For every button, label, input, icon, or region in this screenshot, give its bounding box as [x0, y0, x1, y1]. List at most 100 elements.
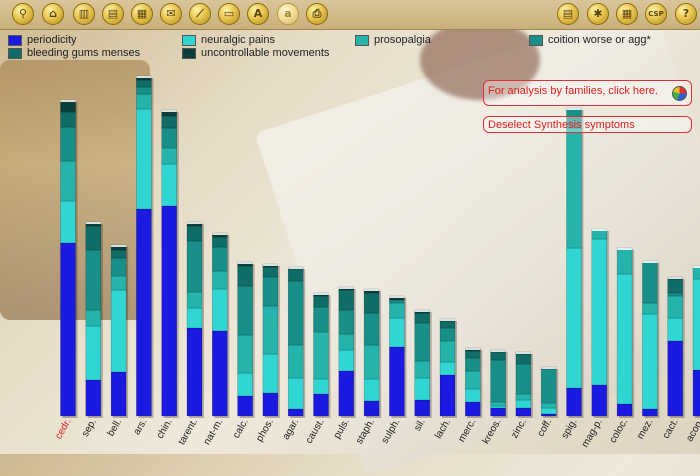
bar-segment-sep-2[interactable]: [85, 309, 102, 327]
bar-segment-merc-1[interactable]: [465, 388, 481, 403]
bar-segment-mez-0[interactable]: [642, 408, 658, 417]
bar-segment-lach-3[interactable]: [439, 327, 456, 342]
x-tick-label[interactable]: tarent.: [176, 417, 200, 447]
x-tick-label[interactable]: merc.: [456, 417, 478, 444]
bar-segment-sulph-0[interactable]: [389, 346, 405, 417]
bar-segment-sulph-1[interactable]: [389, 317, 405, 348]
bar-segment-puls-2[interactable]: [338, 333, 355, 351]
bar-segment-bell-1[interactable]: [110, 289, 127, 373]
bar-segment-coff-2[interactable]: [540, 402, 557, 409]
x-tick-label[interactable]: chin.: [155, 417, 175, 441]
x-tick-label[interactable]: agar.: [281, 417, 302, 442]
bar-segment-bell-0[interactable]: [110, 371, 127, 417]
bar-segment-puls-4[interactable]: [338, 289, 355, 311]
bar-segment-staph-2[interactable]: [363, 344, 380, 380]
bar-segment-agar-4[interactable]: [287, 268, 304, 282]
bar-segment-lach-4[interactable]: [439, 320, 456, 329]
x-tick-label[interactable]: cact.: [661, 417, 681, 441]
x-tick-label[interactable]: calc.: [231, 417, 251, 440]
bar-segment-kreos-0[interactable]: [490, 407, 506, 417]
bar-segment-caust-1[interactable]: [313, 378, 329, 395]
bar-segment-ars-2[interactable]: [136, 93, 152, 110]
bar-segment-lach-0[interactable]: [439, 374, 456, 417]
bar-segment-sep-1[interactable]: [85, 325, 102, 381]
bar-segment-agar-1[interactable]: [287, 377, 304, 410]
bar-segment-zinc-2[interactable]: [515, 393, 532, 401]
bar-segment-sulph-2[interactable]: [389, 302, 405, 319]
x-tick-label[interactable]: zinc.: [509, 417, 529, 440]
bar-segment-sep-3[interactable]: [85, 249, 102, 311]
bar-segment-tarent-3[interactable]: [186, 240, 203, 293]
bar-segment-sil-1[interactable]: [414, 377, 430, 401]
bar-segment-chin-2[interactable]: [161, 147, 177, 165]
bar-segment-mez-1[interactable]: [642, 313, 658, 410]
bar-segment-chin-3[interactable]: [161, 127, 177, 149]
bar-segment-coloc-0[interactable]: [616, 403, 633, 417]
bar-segment-puls-1[interactable]: [338, 349, 355, 372]
bar-segment-cedr-4[interactable]: [60, 111, 76, 128]
bar-segment-sep-0[interactable]: [85, 379, 102, 417]
x-tick-label[interactable]: mez.: [635, 417, 655, 441]
bar-segment-ars-3[interactable]: [136, 86, 152, 95]
bar-segment-phos-1[interactable]: [262, 353, 279, 394]
bar-segment-merc-2[interactable]: [465, 370, 481, 390]
deselect-synthesis-link[interactable]: Deselect Synthesis symptoms: [483, 116, 692, 133]
x-tick-label[interactable]: mag-p.: [580, 417, 605, 449]
x-tick-label[interactable]: ars.: [132, 417, 150, 437]
bar-segment-calc-3[interactable]: [237, 285, 253, 336]
bar-segment-puls-3[interactable]: [338, 309, 355, 335]
bar-segment-zinc-0[interactable]: [515, 407, 532, 417]
bar-segment-sil-4[interactable]: [414, 312, 430, 324]
bar-segment-merc-4[interactable]: [465, 350, 481, 359]
bar-segment-calc-2[interactable]: [237, 334, 253, 374]
families-analysis-link[interactable]: For analysis by families, click here.: [483, 80, 692, 106]
bar-segment-puls-0[interactable]: [338, 370, 355, 417]
x-tick-label[interactable]: sulph.: [380, 417, 403, 446]
x-tick-label[interactable]: cedr.: [53, 417, 73, 441]
x-tick-label[interactable]: nat-m.: [202, 417, 226, 447]
bar-segment-kreos-1[interactable]: [490, 405, 506, 409]
bar-segment-nat-m-2[interactable]: [212, 270, 228, 290]
bar-segment-sulph-3[interactable]: [389, 299, 405, 304]
x-tick-label[interactable]: phos.: [254, 417, 276, 444]
x-tick-label[interactable]: puls.: [332, 417, 352, 441]
bar-segment-sil-3[interactable]: [414, 322, 430, 362]
bar-segment-tarent-2[interactable]: [186, 291, 203, 309]
x-tick-label[interactable]: caust.: [304, 417, 327, 446]
bar-segment-caust-0[interactable]: [313, 393, 329, 417]
bar-segment-coff-0[interactable]: [540, 413, 557, 417]
bar-segment-chin-4[interactable]: [161, 115, 177, 129]
x-tick-label[interactable]: coff.: [535, 417, 554, 439]
bar-segment-coloc-2[interactable]: [616, 247, 633, 275]
x-tick-label[interactable]: sil.: [412, 417, 428, 433]
x-tick-label[interactable]: staph.: [354, 417, 377, 446]
bar-segment-tarent-0[interactable]: [186, 327, 203, 417]
bar-segment-cedr-1[interactable]: [60, 200, 76, 244]
bar-segment-spig-1[interactable]: [566, 247, 582, 389]
bar-segment-kreos-2[interactable]: [490, 401, 506, 407]
bar-segment-nat-m-3[interactable]: [212, 246, 228, 272]
bar-segment-mez-3[interactable]: [642, 260, 658, 304]
bar-segment-chin-0[interactable]: [161, 205, 177, 417]
bar-segment-calc-4[interactable]: [237, 265, 253, 287]
bar-segment-coff-3[interactable]: [540, 368, 557, 404]
x-tick-label[interactable]: kreos.: [481, 417, 504, 446]
x-tick-label[interactable]: coloc.: [608, 417, 631, 445]
x-tick-label[interactable]: bell.: [105, 417, 124, 438]
bar-segment-kreos-3[interactable]: [490, 359, 506, 403]
bar-segment-nat-m-1[interactable]: [212, 288, 228, 332]
bar-segment-cact-2[interactable]: [667, 295, 683, 319]
bar-segment-coloc-1[interactable]: [616, 273, 633, 405]
x-tick-label[interactable]: acon.: [684, 417, 700, 444]
bar-segment-tarent-1[interactable]: [186, 307, 203, 329]
bar-segment-tarent-4[interactable]: [186, 225, 203, 242]
bar-segment-bell-4[interactable]: [110, 249, 127, 259]
bar-segment-phos-2[interactable]: [262, 305, 279, 355]
bar-segment-sil-0[interactable]: [414, 399, 430, 417]
pie-chart-icon[interactable]: [672, 86, 687, 101]
bar-segment-ars-0[interactable]: [136, 208, 152, 417]
x-tick-label[interactable]: lach.: [433, 417, 453, 441]
bar-segment-kreos-4[interactable]: [490, 351, 506, 361]
bar-segment-phos-0[interactable]: [262, 392, 279, 417]
x-tick-label[interactable]: spig.: [560, 417, 580, 441]
